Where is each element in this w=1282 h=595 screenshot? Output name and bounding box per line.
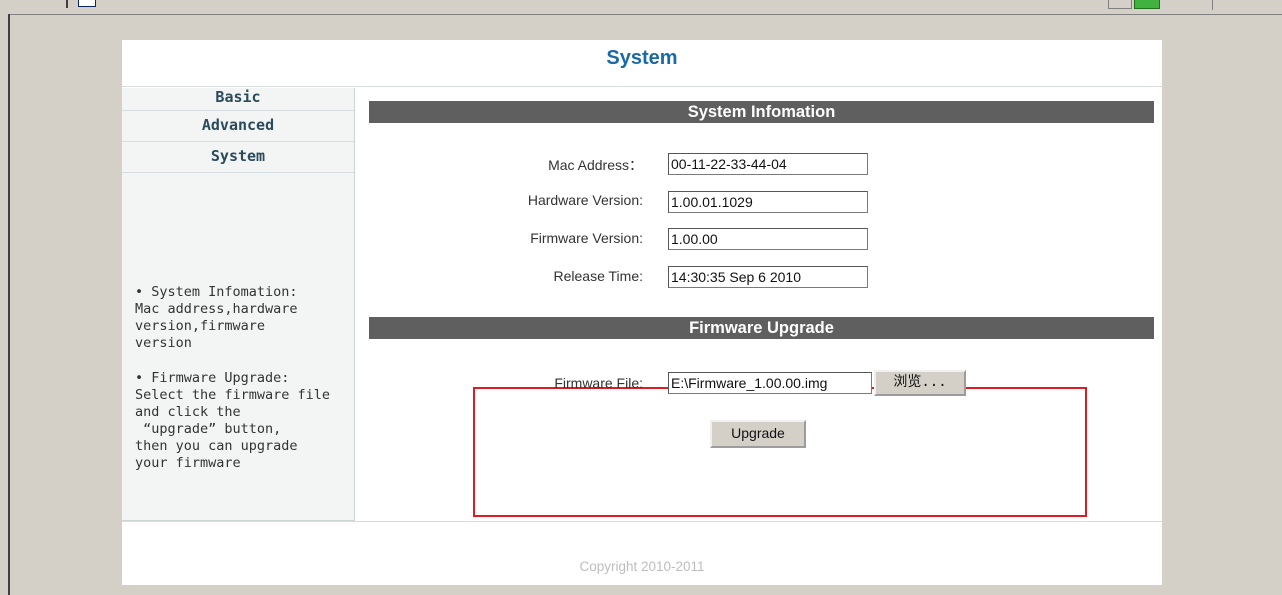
sidebar: Basic Advanced System • System Infomatio… [122, 88, 355, 521]
release-time-label: Release Time: [553, 268, 643, 284]
window-left-edge [0, 14, 10, 595]
help-firmware-upgrade: • Firmware Upgrade: Select the firmware … [135, 370, 331, 471]
help-text: • System Infomation: Mac address,hardwar… [135, 284, 347, 490]
firmware-file-label: Firmware File: [554, 375, 643, 391]
router-admin-page: System Basic Advanced System • System In… [122, 40, 1162, 585]
go-button[interactable] [1134, 0, 1160, 9]
toolbar-separator [66, 0, 68, 8]
firmware-version-field[interactable]: 1.00.00 [668, 228, 868, 250]
firmware-file-input[interactable]: E:\Firmware_1.00.00.img [668, 372, 872, 394]
page-title: System [122, 40, 1162, 87]
hardware-version-label: Hardware Version: [527, 192, 643, 208]
hardware-version-field[interactable]: 1.00.01.1029 [668, 191, 868, 213]
main-content: System Infomation Mac Address： 00-11-22-… [355, 88, 1162, 520]
sidebar-item-system[interactable]: System [122, 142, 354, 173]
browser-toolbar-remnant [0, 0, 1282, 15]
mac-address-label: Mac Address： [548, 157, 643, 173]
toolbar-button[interactable] [1108, 0, 1132, 9]
copyright-text: Copyright 2010-2011 [579, 559, 705, 574]
help-system-info: • System Infomation: Mac address,hardwar… [135, 284, 298, 351]
browse-button[interactable]: 浏览... [874, 370, 966, 396]
release-time-field[interactable]: 14:30:35 Sep 6 2010 [668, 266, 868, 288]
toolbar-icon [78, 0, 96, 7]
section-header-firmware-upgrade: Firmware Upgrade [369, 317, 1154, 339]
toolbar-separator [1212, 0, 1213, 10]
upgrade-button[interactable]: Upgrade [710, 420, 806, 448]
footer: Copyright 2010-2011 [122, 521, 1162, 586]
firmware-version-label: Firmware Version: [530, 230, 643, 246]
sidebar-item-advanced[interactable]: Advanced [122, 111, 354, 142]
section-header-system-info: System Infomation [369, 101, 1154, 123]
firmware-upgrade-highlight-box [473, 387, 1087, 517]
sidebar-item-basic[interactable]: Basic [122, 88, 354, 111]
mac-address-field[interactable]: 00-11-22-33-44-04 [668, 153, 868, 175]
